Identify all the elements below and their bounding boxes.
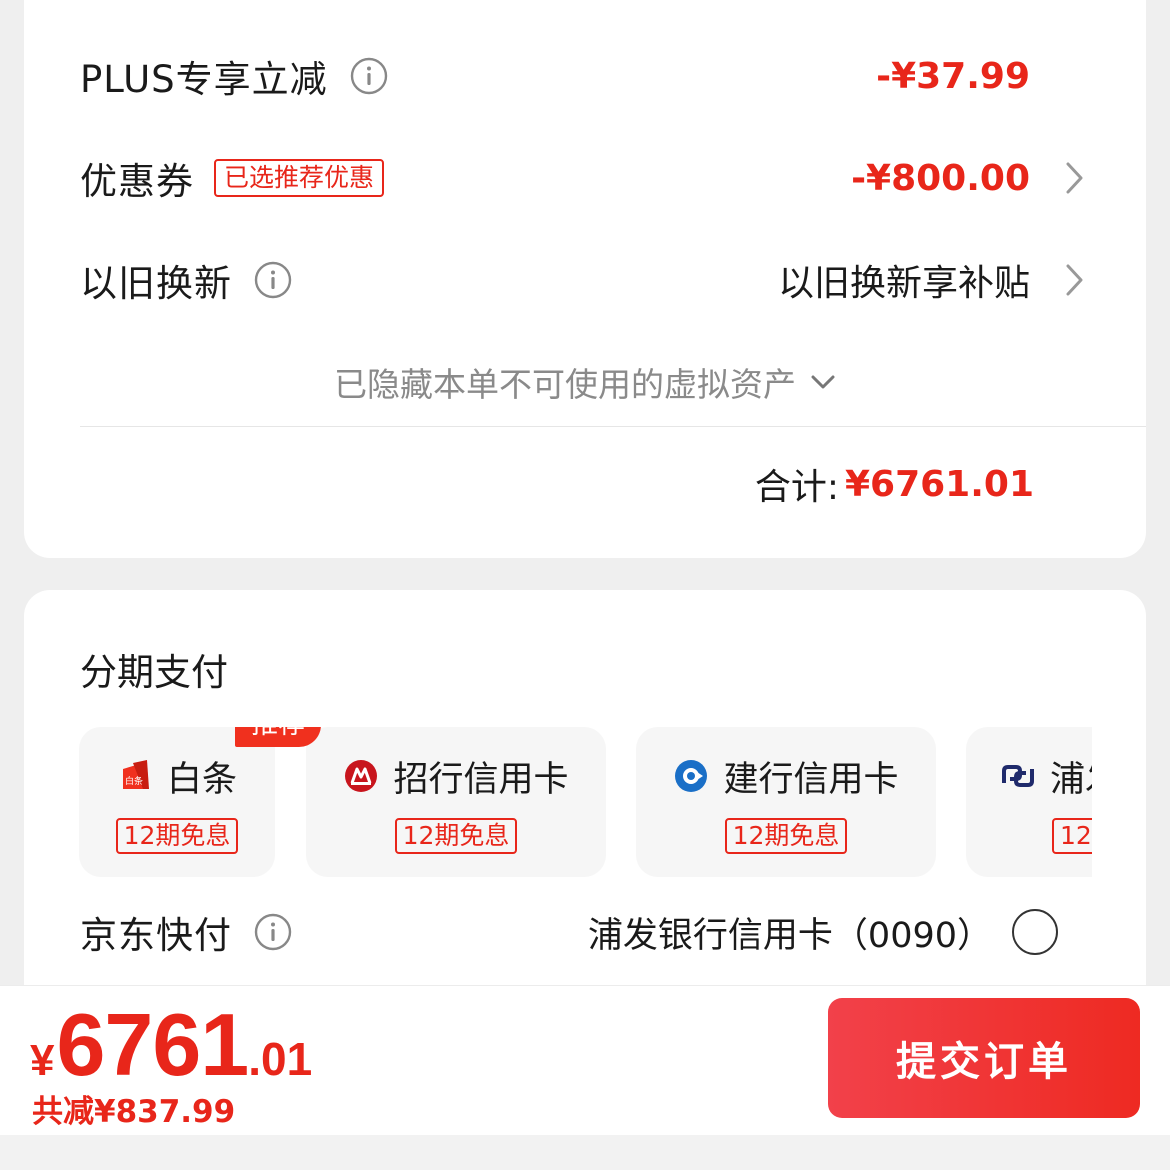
order-summary-card: PLUS专享立减 -¥37.99 优惠券 已选推荐优惠 -¥800.00 以旧换… xyxy=(24,0,1146,558)
plus-discount-value: -¥37.99 xyxy=(876,55,1030,97)
checkout-bar: ¥ 6761 .01 共减¥837.99 提交订单 xyxy=(0,985,1170,1135)
svg-text:白条: 白条 xyxy=(125,775,143,787)
trade-in-row[interactable]: 以旧换新 以旧换新享补贴 xyxy=(80,250,1090,310)
option-name: 白条 xyxy=(166,759,237,800)
info-icon[interactable] xyxy=(254,261,292,299)
trade-in-value: 以旧换新享补贴 xyxy=(777,263,1030,304)
option-name: 招行信用卡 xyxy=(393,759,569,800)
hidden-assets-label: 已隐藏本单不可使用的虚拟资产 xyxy=(334,365,796,404)
installment-option-spdb[interactable]: 浦发信用卡 12期免息 xyxy=(966,727,1092,877)
final-price: ¥ 6761 .01 xyxy=(30,994,312,1096)
option-tag: 12期免息 xyxy=(1052,817,1092,854)
option-tag: 12期免息 xyxy=(394,817,518,854)
final-price-decimal: .01 xyxy=(248,1033,313,1085)
installment-options[interactable]: 推荐 白条 白条 12期免息 xyxy=(79,727,1092,877)
total-value: ¥6761.01 xyxy=(844,463,1034,505)
chevron-right-icon[interactable] xyxy=(1060,260,1090,300)
bottom-safe-area xyxy=(0,1135,1170,1170)
total-label: 合计: xyxy=(754,467,839,508)
coupon-row[interactable]: 优惠券 已选推荐优惠 -¥800.00 xyxy=(80,148,1090,208)
quickpay-card: 浦发银行信用卡（0090） xyxy=(587,915,992,956)
installment-option-ccb[interactable]: 建行信用卡 12期免息 xyxy=(636,727,936,877)
coupon-value: -¥800.00 xyxy=(851,157,1030,199)
info-icon[interactable] xyxy=(350,57,388,95)
chevron-down-icon xyxy=(810,374,836,390)
recommend-badge: 推荐 xyxy=(235,727,321,747)
info-icon[interactable] xyxy=(254,913,292,951)
cmb-icon xyxy=(343,758,379,794)
divider xyxy=(80,426,1146,427)
quickpay-radio[interactable] xyxy=(1012,909,1058,955)
baitiao-icon: 白条 xyxy=(117,758,153,794)
installment-title: 分期支付 xyxy=(80,651,228,694)
submit-order-button[interactable]: 提交订单 xyxy=(828,998,1140,1118)
payment-card: 分期支付 推荐 白条 白条 12期免息 xyxy=(24,590,1146,1010)
coupon-selected-tag: 已选推荐优惠 xyxy=(214,159,385,197)
coupon-label: 优惠券 xyxy=(80,160,194,203)
option-tag: 12期免息 xyxy=(724,817,848,854)
total-saved: 共减¥837.99 xyxy=(32,1094,236,1130)
final-price-integer: 6761 xyxy=(56,995,249,1094)
plus-discount-label: PLUS专享立减 xyxy=(80,58,328,101)
jd-quickpay-row[interactable]: 京东快付 浦发银行信用卡（0090） xyxy=(80,902,1058,962)
chevron-right-icon[interactable] xyxy=(1060,158,1090,198)
option-tag: 12期免息 xyxy=(115,817,239,854)
option-name: 浦发信用卡 xyxy=(1050,759,1092,800)
spdb-icon xyxy=(1000,758,1036,794)
hidden-assets-toggle[interactable]: 已隐藏本单不可使用的虚拟资产 xyxy=(24,352,1146,412)
installment-option-baitiao[interactable]: 白条 白条 12期免息 xyxy=(79,727,275,877)
quickpay-label: 京东快付 xyxy=(80,914,232,957)
option-name: 建行信用卡 xyxy=(723,759,899,800)
trade-in-label: 以旧换新 xyxy=(80,262,232,305)
ccb-icon xyxy=(673,758,709,794)
installment-option-cmb[interactable]: 招行信用卡 12期免息 xyxy=(306,727,606,877)
final-price-currency: ¥ xyxy=(30,1036,55,1085)
order-total: 合计: ¥6761.01 xyxy=(755,456,1034,512)
plus-discount-row: PLUS专享立减 -¥37.99 xyxy=(80,46,1090,106)
